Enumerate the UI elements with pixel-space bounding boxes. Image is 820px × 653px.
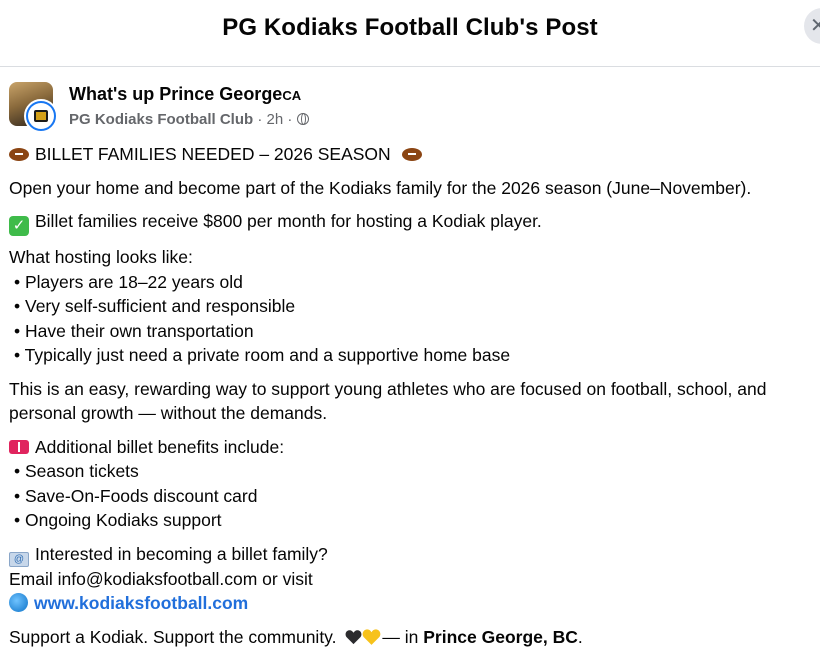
benefit-item: • Season tickets <box>14 461 139 481</box>
black-heart-icon <box>345 629 362 644</box>
ticket-icon <box>9 439 29 454</box>
kodiaks-logo-icon <box>34 110 48 122</box>
benefits-title-line: Additional billet benefits include: <box>9 435 820 460</box>
football-icon-end <box>401 148 422 161</box>
globe-emoji-icon <box>9 593 28 612</box>
rewarding-text-line-2: personal growth — without the demands. <box>9 403 328 423</box>
closing-in: — in <box>382 626 424 647</box>
closing-line: Support a Kodiak. Support the community.… <box>9 625 820 650</box>
globe-icon[interactable] <box>296 113 309 125</box>
yellow-heart-icon <box>363 628 381 645</box>
intro-text: Open your home and become part of the Ko… <box>9 177 752 198</box>
post-author: What's up Prince GeorgeCA PG Kodiaks Foo… <box>9 82 609 136</box>
headline: BILLET FAMILIES NEEDED – 2026 SEASON <box>35 144 391 164</box>
website-link[interactable]: www.kodiaksfootball.com <box>34 593 248 613</box>
benefit-item: • Ongoing Kodiaks support <box>14 510 222 530</box>
location-link[interactable]: Prince George, BC <box>423 627 578 647</box>
hosting-item: • Very self-sufficient and responsible <box>14 296 296 316</box>
page-avatar[interactable] <box>24 99 58 133</box>
page-name-link[interactable]: PG Kodiaks Football Club <box>69 111 253 128</box>
benefits-title: Additional billet benefits include: <box>35 436 285 457</box>
post-body: BILLET FAMILIES NEEDED – 2026 SEASON Ope… <box>9 142 820 649</box>
check-mark-icon: ✓ <box>9 216 29 236</box>
group-name-link[interactable]: What's up Prince GeorgeCA <box>69 84 301 105</box>
group-name-suffix: CA <box>282 88 302 103</box>
meta-separator: · <box>253 111 267 128</box>
hosting-item: • Have their own transportation <box>14 320 254 341</box>
page-avatar-ring <box>28 103 54 129</box>
website-line: www.kodiaksfootball.com <box>9 591 820 616</box>
hosting-item: • Typically just need a private room and… <box>14 345 511 365</box>
interested-text: Interested in becoming a billet family? <box>35 543 328 564</box>
post-dialog-header: PG Kodiaks Football Club's Post ✕ <box>0 0 820 67</box>
closing-end: . <box>577 626 583 647</box>
hosting-title: What hosting looks like: <box>9 247 193 267</box>
payment-text: Billet families receive $800 per month f… <box>35 211 542 231</box>
interested-line: @ Interested in becoming a billet family? <box>9 542 820 567</box>
headline-line: BILLET FAMILIES NEEDED – 2026 SEASON <box>9 142 820 167</box>
rewarding-text-line-1: This is an easy, rewarding way to suppor… <box>9 378 767 399</box>
hosting-item: • Players are 18–22 years old <box>14 271 243 292</box>
email-envelope-icon: @ <box>9 551 29 567</box>
closing-text: Support a Kodiak. Support the community. <box>9 626 337 647</box>
meta-separator-2: · <box>283 111 297 128</box>
email-line: Email info@kodiaksfootball.com or visit <box>9 568 313 589</box>
dialog-title: PG Kodiaks Football Club's Post <box>222 14 598 41</box>
group-name: What's up Prince George <box>69 84 283 104</box>
post-meta: PG Kodiaks Football Club · 2h · <box>69 111 309 128</box>
benefit-item: • Save-On-Foods discount card <box>14 485 258 506</box>
football-icon <box>9 148 29 161</box>
payment-line: ✓ Billet families receive $800 per month … <box>9 209 820 236</box>
close-icon: ✕ <box>810 15 820 37</box>
post-time[interactable]: 2h <box>267 111 284 128</box>
